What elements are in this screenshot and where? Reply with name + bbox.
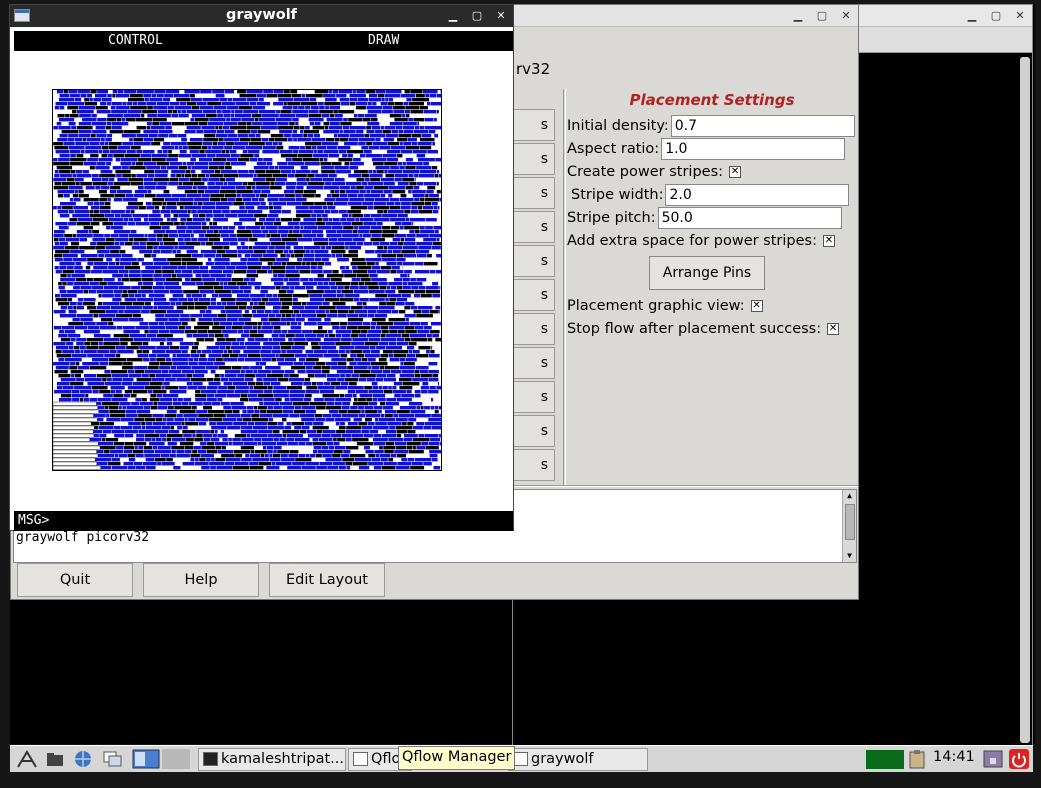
minimize-icon[interactable]: ▁ (792, 9, 804, 22)
taskbar-tooltip: Qflow Manager (398, 746, 516, 770)
create-power-stripes-label: Create power stripes: (567, 163, 724, 180)
message-bar: MSG> (14, 511, 513, 531)
clipboard-icon[interactable] (906, 749, 928, 769)
graywolf-titlebar[interactable]: graywolf ▁ ▢ ✕ (10, 5, 513, 27)
initial-density-label: Initial density: (567, 117, 669, 134)
web-browser-icon[interactable] (72, 749, 94, 769)
maximize-icon[interactable]: ▢ (471, 9, 483, 22)
file-manager-icon[interactable] (44, 749, 66, 769)
qflow-window-icon (353, 752, 368, 766)
initial-density-input[interactable] (670, 114, 855, 137)
console-scrollbar[interactable]: ▲ ▼ (842, 490, 856, 562)
stripe-pitch-input[interactable] (657, 206, 842, 229)
graphic-view-label: Placement graphic view: (567, 297, 745, 314)
clock: 14:41 (933, 749, 975, 765)
desktop-pager-icon[interactable] (132, 749, 160, 769)
edit-layout-button[interactable]: Edit Layout (269, 563, 385, 597)
stripe-width-input[interactable] (665, 183, 850, 206)
power-icon[interactable] (1008, 749, 1030, 769)
taskbar-graywolf-label: graywolf (531, 751, 594, 767)
window-switcher-icon[interactable] (102, 749, 124, 769)
background-window-scrollbar[interactable] (1020, 57, 1030, 743)
terminal-icon (203, 752, 218, 766)
extra-space-label: Add extra space for power stripes: (567, 232, 817, 249)
placement-canvas[interactable] (52, 89, 442, 471)
cpu-monitor-graph[interactable] (866, 750, 904, 769)
msg-prompt: MSG> (18, 513, 50, 528)
minimize-icon[interactable]: ▁ (447, 9, 459, 22)
create-power-stripes-checkbox[interactable]: ✕ (729, 165, 742, 178)
graywolf-title: graywolf (226, 7, 297, 23)
graywolf-menubar: CONTROL DRAW (14, 31, 513, 51)
arrange-pins-button[interactable]: Arrange Pins (649, 256, 765, 290)
aspect-ratio-label: Aspect ratio: (567, 140, 660, 157)
scrollbar-thumb[interactable] (845, 504, 855, 540)
taskbar-terminal[interactable]: kamaleshtripat... (198, 748, 346, 771)
quit-button[interactable]: Quit (17, 563, 133, 597)
maximize-icon[interactable]: ▢ (816, 9, 828, 22)
draw-menu[interactable]: DRAW (368, 33, 399, 48)
stop-flow-label: Stop flow after placement success: (567, 320, 822, 337)
placement-settings-heading: Placement Settings (629, 91, 795, 109)
stripe-pitch-label: Stripe pitch: (567, 209, 656, 226)
minimize-icon[interactable]: ▁ (966, 9, 978, 22)
start-menu-icon[interactable] (16, 749, 38, 769)
desktop-pager-2[interactable] (162, 749, 190, 769)
project-name-label: rv32 (516, 60, 551, 78)
taskbar-graywolf[interactable]: graywolf (508, 748, 648, 771)
taskbar: kamaleshtripat... Qflo graywolf 14:41 (10, 745, 1033, 772)
close-icon[interactable]: ✕ (495, 9, 507, 22)
close-icon[interactable]: ✕ (1014, 9, 1026, 22)
control-menu[interactable]: CONTROL (108, 33, 163, 48)
graywolf-window: graywolf ▁ ▢ ✕ CONTROL DRAW MSG> (9, 4, 514, 531)
extra-space-checkbox[interactable]: ✕ (822, 234, 835, 247)
maximize-icon[interactable]: ▢ (990, 9, 1002, 22)
lock-screen-icon[interactable] (982, 749, 1004, 769)
aspect-ratio-input[interactable] (661, 137, 846, 160)
taskbar-qflow-label: Qflo (371, 751, 401, 767)
graphic-view-checkbox[interactable]: ✕ (750, 299, 763, 312)
console-text: graywolf picorv32 (16, 530, 150, 545)
taskbar-terminal-label: kamaleshtripat... (221, 751, 345, 767)
help-button[interactable]: Help (143, 563, 259, 597)
close-icon[interactable]: ✕ (840, 9, 852, 22)
placement-settings-panel: Placement Settings Initial density: Aspe… (567, 89, 857, 340)
scroll-down-icon[interactable]: ▼ (843, 550, 856, 562)
placement-layout-drawing (53, 90, 441, 470)
panel-divider (563, 89, 566, 485)
stop-flow-checkbox[interactable]: ✕ (827, 322, 840, 335)
scroll-up-icon[interactable]: ▲ (843, 490, 856, 502)
stripe-width-label: Stripe width: (571, 186, 664, 203)
